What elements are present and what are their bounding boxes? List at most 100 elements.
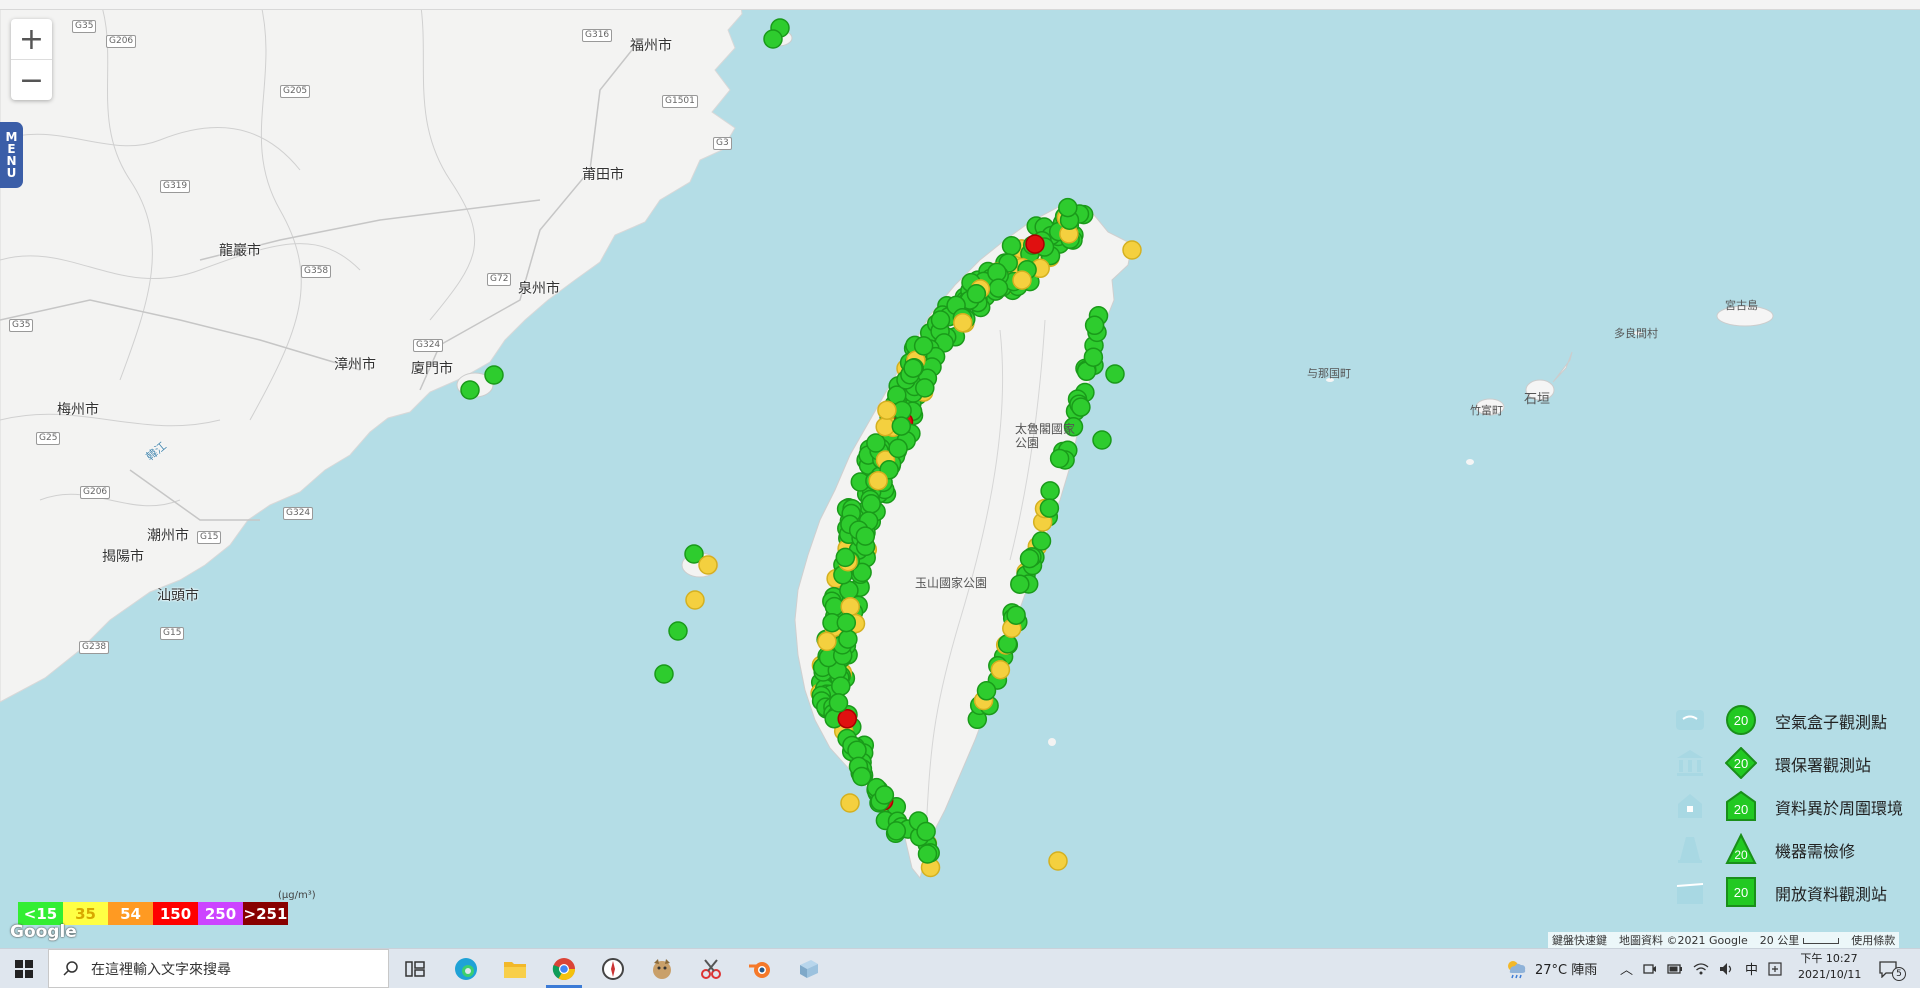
meet-now-icon[interactable] [1643, 962, 1657, 976]
weather-widget[interactable]: 27°C 陣雨 [1505, 949, 1597, 988]
edge-browser-icon[interactable] [451, 954, 481, 984]
zoom-in-button[interactable]: + [11, 19, 52, 59]
station-marker[interactable] [835, 547, 856, 568]
station-marker[interactable] [917, 844, 938, 864]
station-marker[interactable] [763, 29, 783, 49]
windows-start-button[interactable] [0, 949, 48, 988]
system-clock[interactable]: 下午 10:27 2021/10/11 [1798, 951, 1861, 983]
station-marker[interactable] [1019, 548, 1040, 569]
station-marker[interactable] [1105, 364, 1125, 384]
compass-app-icon[interactable] [598, 954, 628, 984]
place-label-jieyang: 揭陽市 [102, 549, 144, 565]
station-marker[interactable] [838, 629, 858, 649]
station-marker[interactable] [840, 793, 860, 813]
road-shield: G3 [713, 137, 732, 150]
station-marker[interactable] [831, 676, 851, 696]
station-marker[interactable] [1031, 531, 1052, 551]
station-marker[interactable] [851, 766, 872, 787]
place-label-longyan: 龍巖市 [219, 243, 261, 259]
terms-link[interactable]: 使用條款 [1851, 932, 1895, 948]
map-canvas[interactable] [0, 0, 1920, 948]
station-marker[interactable] [868, 470, 888, 491]
file-explorer-icon[interactable] [500, 954, 530, 984]
station-marker[interactable] [855, 526, 876, 546]
station-marker[interactable] [484, 365, 504, 385]
station-marker[interactable] [668, 621, 688, 641]
station-marker[interactable] [891, 416, 912, 436]
station-marker[interactable] [1025, 234, 1045, 254]
station-marker[interactable] [847, 740, 867, 761]
road-shield: G72 [487, 273, 512, 286]
rain-cloud-icon [1508, 960, 1526, 978]
station-marker[interactable] [1083, 347, 1104, 367]
station-marker[interactable] [1048, 851, 1068, 871]
notification-center-button[interactable]: 5 [1878, 949, 1906, 988]
station-marker[interactable] [1010, 574, 1030, 594]
station-marker[interactable] [875, 416, 895, 437]
map-scale[interactable]: 20 公里 [1760, 932, 1840, 948]
legend-item-opendata: 20 開放資料觀測站 [1670, 872, 1920, 912]
google-logo[interactable]: Google [10, 922, 77, 942]
station-marker[interactable] [817, 631, 837, 652]
chevron-up-icon[interactable]: ︿ [1620, 959, 1633, 978]
windows-logo-icon [15, 959, 33, 978]
station-marker[interactable] [1006, 605, 1026, 625]
legend-label: 開放資料觀測站 [1775, 885, 1888, 904]
station-marker[interactable] [1084, 315, 1105, 336]
triangle-marker-icon: 20 [1725, 833, 1757, 864]
station-marker[interactable] [1122, 240, 1142, 260]
menu-tab[interactable]: M E N U [0, 122, 23, 188]
battery-icon[interactable] [1667, 963, 1683, 975]
taskbar-search-box[interactable]: 在這裡輸入文字來搜尋 [48, 949, 389, 988]
station-marker[interactable] [1092, 430, 1112, 450]
snipping-tool-icon[interactable] [696, 954, 726, 984]
station-marker[interactable] [685, 590, 705, 610]
station-marker[interactable] [837, 709, 857, 729]
station-marker[interactable] [698, 555, 718, 575]
station-marker[interactable] [976, 681, 997, 701]
station-marker[interactable] [1012, 270, 1032, 290]
station-marker[interactable] [930, 310, 951, 330]
station-marker[interactable] [990, 659, 1011, 680]
station-marker[interactable] [840, 596, 860, 617]
task-view-icon[interactable] [400, 954, 430, 984]
station-marker[interactable] [886, 821, 907, 841]
station-marker[interactable] [1039, 498, 1060, 518]
station-marker[interactable] [916, 821, 936, 842]
volume-icon[interactable] [1719, 962, 1735, 976]
legend-label: 資料異於周圍環境 [1775, 799, 1904, 818]
wifi-icon[interactable] [1693, 962, 1709, 976]
station-marker[interactable] [861, 494, 881, 514]
station-marker[interactable] [888, 438, 908, 459]
station-marker[interactable] [966, 284, 987, 304]
circle-marker-icon: 20 [1726, 705, 1756, 735]
keyboard-shortcuts-link[interactable]: 鍵盤快速鍵 [1552, 932, 1607, 948]
pet-app-icon[interactable] [647, 954, 677, 984]
station-marker[interactable] [1049, 448, 1070, 469]
station-marker[interactable] [1001, 236, 1022, 256]
zoom-out-button[interactable]: − [11, 60, 52, 100]
station-marker[interactable] [866, 433, 886, 453]
station-marker[interactable] [828, 693, 849, 713]
station-marker[interactable] [877, 400, 897, 420]
chrome-browser-icon[interactable] [549, 954, 579, 984]
blender-app-icon[interactable] [745, 954, 775, 984]
station-marker[interactable] [460, 380, 480, 400]
cube-app-icon[interactable] [794, 954, 824, 984]
station-marker[interactable] [1071, 397, 1091, 417]
station-marker[interactable] [915, 378, 935, 398]
scale-level: 54 [108, 902, 153, 925]
menu-letter: U [6, 166, 17, 180]
station-marker[interactable] [1058, 197, 1078, 218]
input-method-indicator[interactable]: 中 [1745, 959, 1758, 978]
ime-mode-icon[interactable] [1768, 961, 1782, 976]
station-marker[interactable] [953, 312, 973, 333]
station-marker[interactable] [836, 612, 857, 633]
station-marker[interactable] [913, 336, 934, 356]
cone-icon [1678, 837, 1702, 863]
station-marker[interactable] [1040, 481, 1060, 501]
station-marker[interactable] [654, 664, 674, 684]
station-marker[interactable] [874, 785, 895, 805]
station-marker[interactable] [903, 358, 923, 378]
station-marker[interactable] [988, 278, 1009, 298]
